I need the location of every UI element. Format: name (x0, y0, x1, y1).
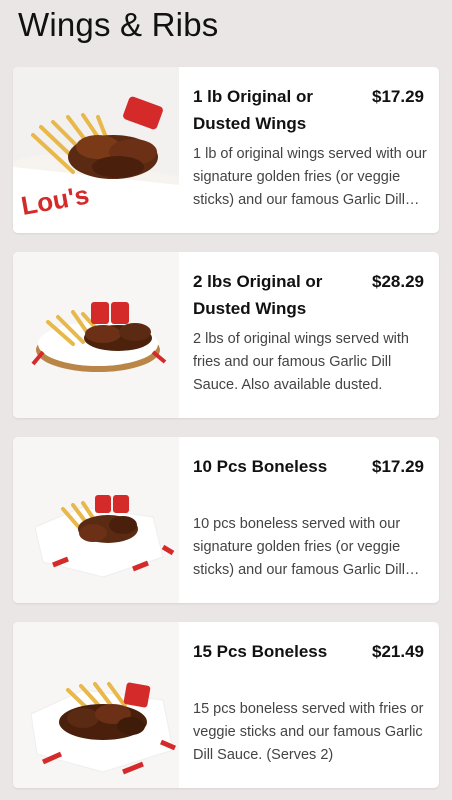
menu-item-price: $28.29 (372, 272, 424, 291)
menu-item-description: 2 lbs of original wings served with frie… (193, 331, 409, 393)
menu-item-description: 1 lb of original wings served with our s… (193, 146, 427, 208)
menu-item-image (13, 437, 179, 603)
menu-item-card[interactable]: 15 Pcs Boneless $21.49 15 pcs boneless s… (13, 622, 439, 788)
menu-item-card[interactable]: Lou's 1 lb Original or Dusted Wings $17.… (13, 67, 439, 233)
menu-item-image (13, 252, 179, 418)
menu-item-image: Lou's (13, 67, 179, 233)
menu-item-image (13, 622, 179, 788)
page-title: Wings & Ribs (18, 6, 219, 43)
menu-item-card[interactable]: 10 Pcs Boneless $17.29 10 pcs boneless s… (13, 437, 439, 603)
menu-item-description: 15 pcs boneless served with fries or veg… (193, 701, 424, 763)
menu-item-name: 15 Pcs Boneless (193, 642, 328, 661)
menu-item-card[interactable]: 2 lbs Original or Dusted Wings $28.29 2 … (13, 252, 439, 418)
menu-item-name: 2 lbs Original or Dusted Wings (193, 272, 323, 318)
menu-item-name: 10 Pcs Boneless (193, 457, 328, 476)
menu-item-name: 1 lb Original or Dusted Wings (193, 87, 313, 133)
menu-item-description: 10 pcs boneless served with our signatur… (193, 516, 405, 578)
menu-item-price: $17.29 (372, 457, 424, 476)
menu-item-price: $21.49 (372, 642, 424, 661)
menu-item-price: $17.29 (372, 87, 424, 106)
